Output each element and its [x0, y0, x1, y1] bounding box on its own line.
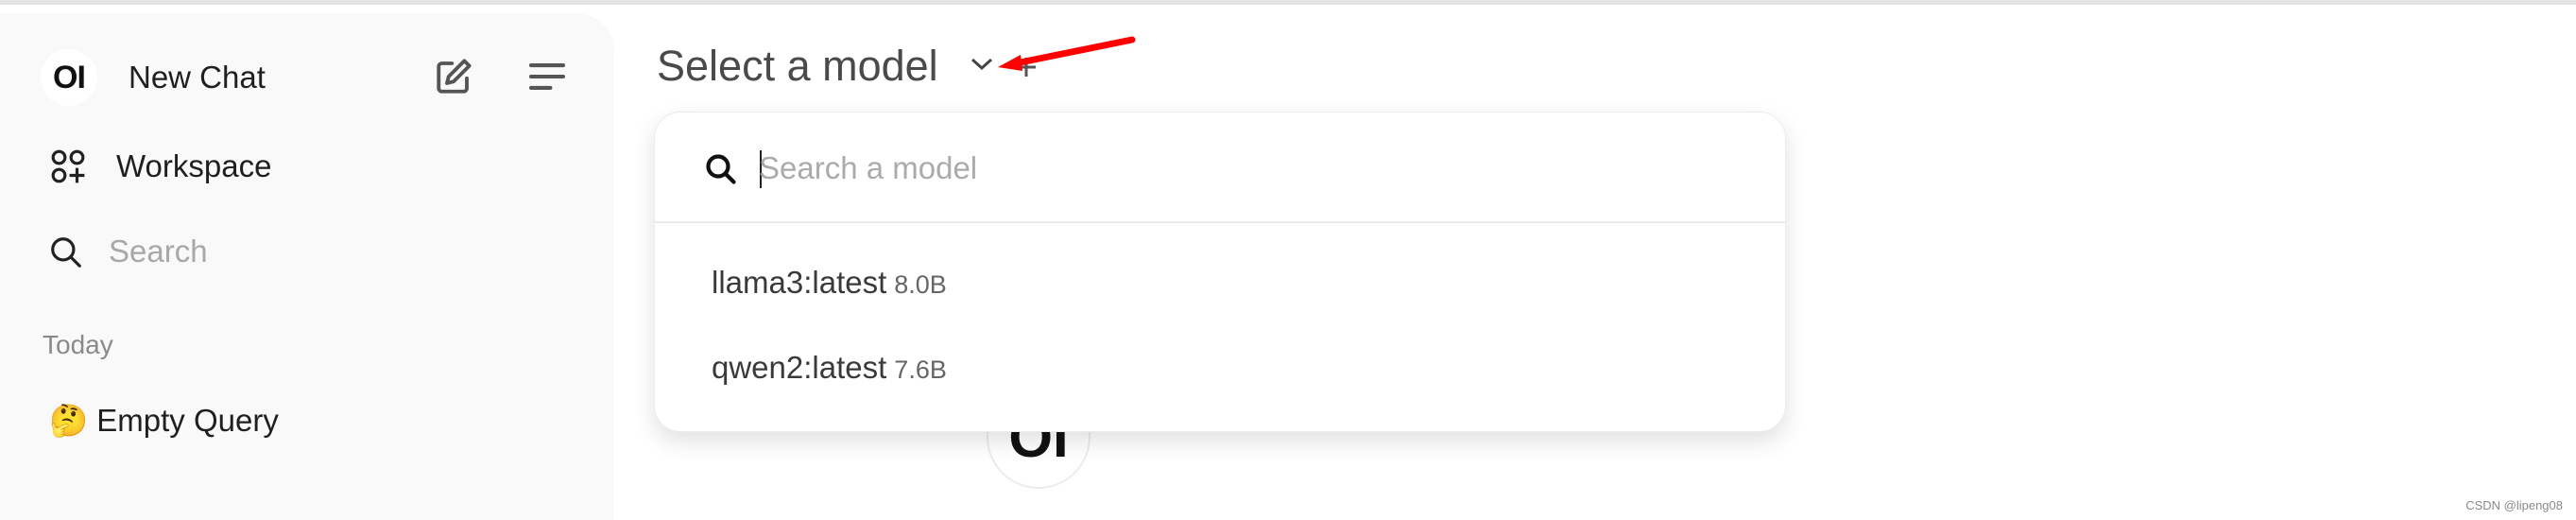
chevron-down-icon[interactable]	[970, 57, 993, 72]
workspace-icon	[51, 149, 85, 183]
sidebar-item-workspace[interactable]: Workspace	[116, 148, 271, 184]
model-selector[interactable]: Select a model	[657, 42, 938, 91]
add-model-icon[interactable]	[1015, 56, 1038, 78]
chat-item-empty-query[interactable]: 🤔 Empty Query	[49, 403, 279, 440]
watermark: CSDN @lipeng08	[2465, 498, 2563, 512]
new-chat-button[interactable]: New Chat	[129, 60, 266, 95]
app-logo[interactable]: OI	[41, 49, 97, 106]
chat-title: Empty Query	[96, 403, 279, 438]
top-border	[0, 0, 2576, 5]
model-name: llama3:latest	[712, 265, 887, 300]
model-option-llama3[interactable]: llama3:latest 8.0B	[712, 265, 947, 301]
model-option-qwen2[interactable]: qwen2:latest 7.6B	[712, 350, 947, 386]
search-icon	[51, 237, 81, 268]
section-today: Today	[43, 330, 113, 359]
sidebar-search-input[interactable]: Search	[109, 234, 208, 269]
model-size: 7.6B	[894, 355, 947, 384]
model-search-input[interactable]: Search a model	[759, 150, 977, 186]
thinking-emoji-icon: 🤔	[49, 403, 89, 438]
edit-icon[interactable]	[434, 57, 473, 96]
menu-icon[interactable]	[527, 61, 567, 93]
model-size: 8.0B	[894, 270, 947, 299]
divider	[655, 221, 1785, 223]
search-icon	[706, 154, 736, 184]
model-dropdown: Search a model llama3:latest 8.0B qwen2:l…	[654, 112, 1786, 432]
model-name: qwen2:latest	[712, 350, 887, 385]
